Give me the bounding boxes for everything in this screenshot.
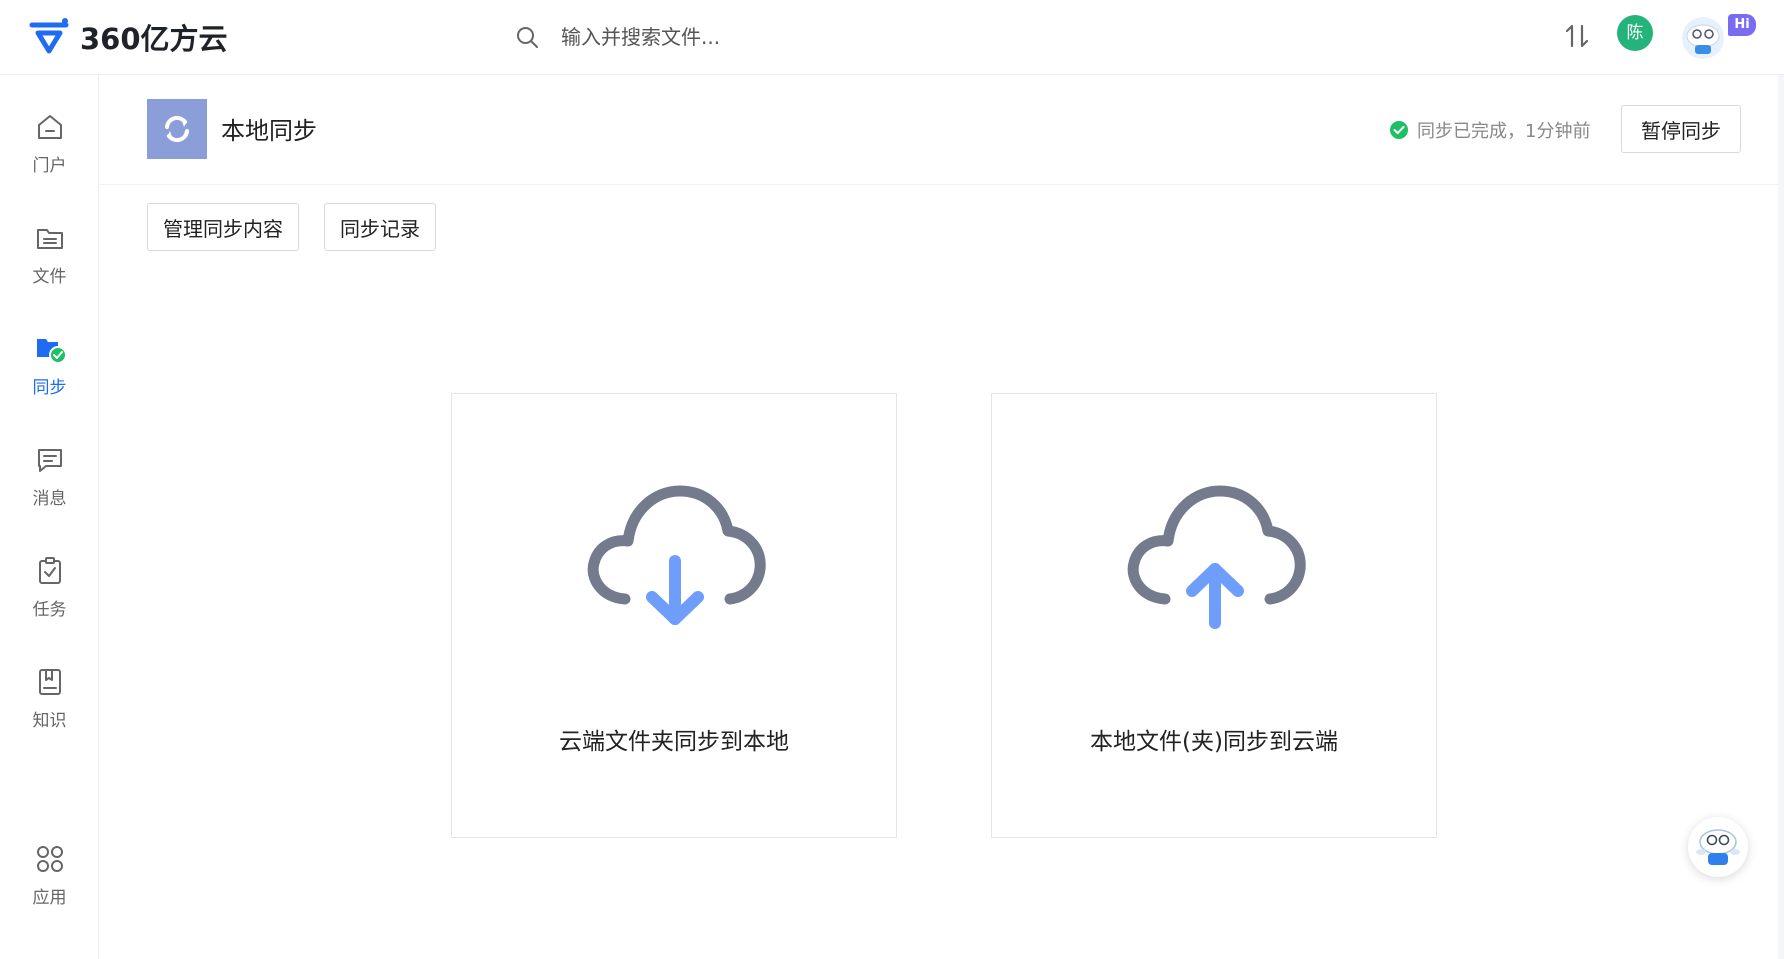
card-label: 云端文件夹同步到本地: [559, 729, 789, 755]
top-bar: 360亿方云 陈 Hi: [0, 0, 1784, 75]
sidebar-item-label: 应用: [32, 888, 67, 908]
sidebar-item-tasks[interactable]: 任务: [0, 555, 99, 635]
sidebar: 门户 文件 同步 消息 任务 知识 应用: [0, 75, 99, 959]
page-header: 本地同步 同步已完成，1分钟前 暂停同步: [99, 75, 1784, 185]
local-to-cloud-card[interactable]: 本地文件(夹)同步到云端: [991, 393, 1437, 838]
search-icon[interactable]: [515, 25, 539, 49]
cloud-to-local-card[interactable]: 云端文件夹同步到本地: [451, 393, 897, 838]
sidebar-item-label: 知识: [32, 711, 67, 731]
search-bar[interactable]: [515, 20, 1035, 54]
pause-sync-button[interactable]: 暂停同步: [1621, 105, 1741, 153]
sidebar-item-label: 任务: [32, 600, 67, 620]
card-label: 本地文件(夹)同步到云端: [1090, 729, 1338, 755]
assistant-avatar-icon: [1696, 829, 1740, 865]
folder-icon: [36, 229, 63, 249]
sidebar-item-label: 门户: [32, 156, 67, 176]
transfer-icon[interactable]: [1563, 22, 1591, 50]
floating-assistant-button[interactable]: [1688, 817, 1748, 877]
cloud-upload-icon: [1127, 485, 1306, 629]
sidebar-item-label: 消息: [32, 489, 67, 509]
main-content: 本地同步 同步已完成，1分钟前 暂停同步 管理同步内容 同步记录 云端文件夹同步…: [99, 75, 1784, 959]
sidebar-item-portal[interactable]: 门户: [0, 111, 99, 191]
scrollbar[interactable]: [1778, 75, 1784, 959]
message-icon: [37, 449, 62, 472]
cloud-download-icon: [587, 485, 766, 625]
assistant-avatar-icon[interactable]: [1680, 14, 1726, 60]
sync-status-text: 同步已完成，1分钟前: [1417, 121, 1591, 142]
sidebar-item-messages[interactable]: 消息: [0, 444, 99, 524]
task-icon: [38, 557, 61, 584]
sidebar-item-apps[interactable]: 应用: [0, 843, 99, 923]
sidebar-item-label: 文件: [32, 267, 67, 287]
page-title: 本地同步: [221, 117, 317, 145]
sync-icon: [165, 115, 189, 143]
home-icon: [37, 115, 62, 139]
sidebar-item-sync[interactable]: 同步: [0, 333, 99, 413]
logo-text: 360亿方云: [80, 22, 228, 56]
sync-logo: [147, 99, 207, 159]
app-logo[interactable]: 360亿方云: [28, 16, 228, 58]
knowledge-icon: [38, 669, 61, 695]
user-avatar[interactable]: 陈: [1617, 15, 1653, 51]
sync-folder-icon: [36, 339, 66, 364]
sync-records-button[interactable]: 同步记录: [324, 203, 436, 251]
logo-icon: [29, 18, 69, 54]
sidebar-item-knowledge[interactable]: 知识: [0, 666, 99, 746]
search-input[interactable]: [559, 24, 1019, 50]
sync-status: 同步已完成，1分钟前: [1389, 117, 1590, 143]
sidebar-item-label: 同步: [32, 378, 67, 398]
hi-badge: Hi: [1728, 14, 1756, 36]
apps-icon: [36, 846, 63, 872]
manage-sync-content-button[interactable]: 管理同步内容: [147, 203, 299, 251]
check-circle-icon: [1390, 121, 1408, 139]
sidebar-item-files[interactable]: 文件: [0, 222, 99, 302]
